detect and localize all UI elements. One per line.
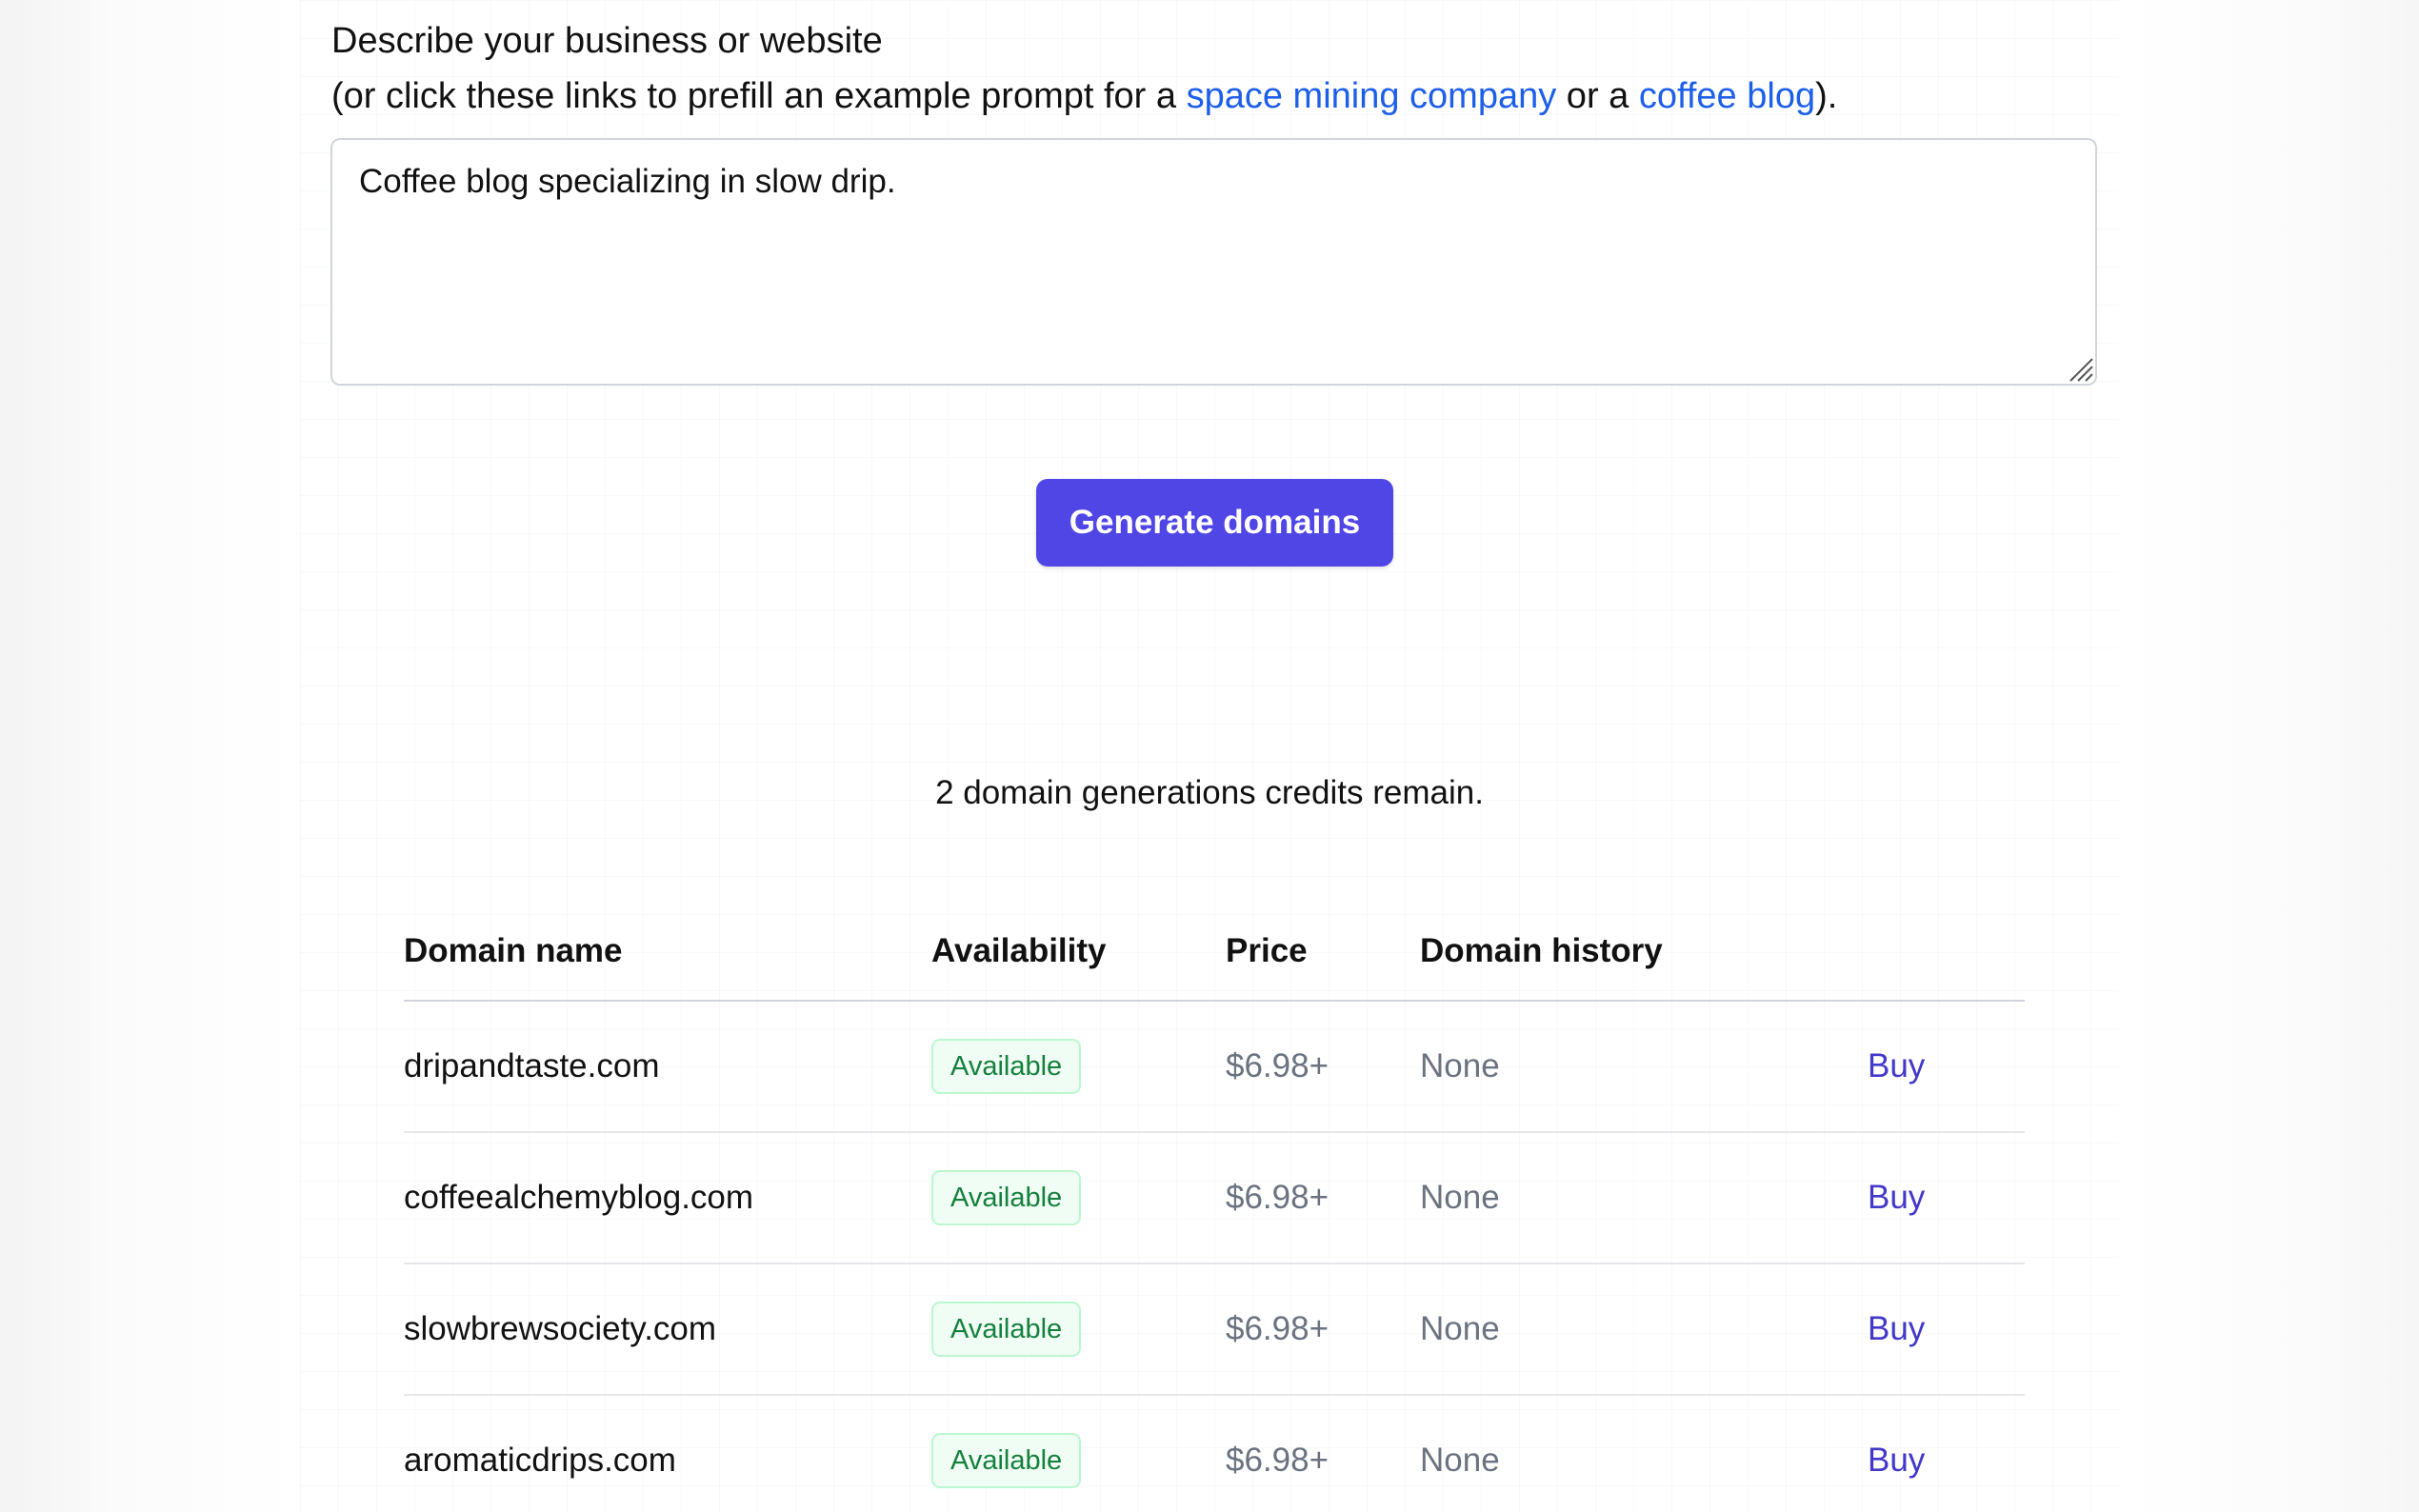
domain-name-cell: dripandtaste.com <box>404 1001 931 1133</box>
table-row: coffeealchemyblog.com Available $6.98+ N… <box>404 1132 2025 1264</box>
buy-link[interactable]: Buy <box>1868 1442 1925 1479</box>
action-cell: Buy <box>1868 1263 2025 1396</box>
action-cell: Buy <box>1868 1395 2025 1512</box>
domain-history-cell: None <box>1420 1001 1868 1133</box>
prompt-label-suffix: ). <box>1815 76 1838 116</box>
space-mining-example-link[interactable]: space mining company <box>1187 76 1557 116</box>
domain-name-cell: aromaticdrips.com <box>404 1395 931 1512</box>
availability-cell: Available <box>931 1132 1226 1264</box>
table-row: aromaticdrips.com Available $6.98+ None … <box>404 1395 2025 1512</box>
available-badge: Available <box>931 1302 1082 1357</box>
table-row: dripandtaste.com Available $6.98+ None B… <box>404 1001 2025 1133</box>
generate-domains-button[interactable]: Generate domains <box>1036 479 1393 567</box>
buy-link[interactable]: Buy <box>1868 1310 1925 1347</box>
prompt-label-line1: Describe your business or website <box>331 21 883 61</box>
header-availability: Availability <box>931 903 1226 1002</box>
available-badge: Available <box>931 1039 1082 1094</box>
buy-link[interactable]: Buy <box>1868 1047 1925 1084</box>
business-description-textarea[interactable]: Coffee blog specializing in slow drip. <box>330 138 2097 386</box>
prompt-label-middle: or a <box>1556 76 1639 116</box>
header-action <box>1868 903 2025 1002</box>
prompt-label-prefix: (or click these links to prefill an exam… <box>331 76 1187 116</box>
available-badge: Available <box>931 1433 1082 1488</box>
domain-history-cell: None <box>1420 1263 1868 1396</box>
prompt-label: Describe your business or website (or cl… <box>331 13 1837 124</box>
action-cell: Buy <box>1868 1001 2025 1133</box>
availability-cell: Available <box>931 1263 1226 1396</box>
availability-cell: Available <box>931 1001 1226 1133</box>
buy-link[interactable]: Buy <box>1868 1179 1925 1216</box>
resize-handle-icon[interactable] <box>2065 353 2093 382</box>
header-domain-history: Domain history <box>1420 903 1868 1002</box>
available-badge: Available <box>931 1170 1082 1225</box>
action-cell: Buy <box>1868 1132 2025 1264</box>
domain-name-cell: coffeealchemyblog.com <box>404 1132 931 1264</box>
table-header-row: Domain name Availability Price Domain hi… <box>404 903 2025 1002</box>
price-cell: $6.98+ <box>1226 1132 1420 1264</box>
domain-name-cell: slowbrewsociety.com <box>404 1263 931 1396</box>
price-cell: $6.98+ <box>1226 1263 1420 1396</box>
header-domain-name: Domain name <box>404 903 931 1002</box>
credits-remaining-text: 2 domain generations credits remain. <box>935 774 1484 811</box>
price-cell: $6.98+ <box>1226 1395 1420 1512</box>
header-price: Price <box>1226 903 1420 1002</box>
page: Describe your business or website (or cl… <box>0 0 2419 1512</box>
domain-history-cell: None <box>1420 1132 1868 1264</box>
coffee-blog-example-link[interactable]: coffee blog <box>1639 76 1815 116</box>
domain-history-cell: None <box>1420 1395 1868 1512</box>
prompt-label-line2: (or click these links to prefill an exam… <box>331 69 1837 124</box>
table-row: slowbrewsociety.com Available $6.98+ Non… <box>404 1263 2025 1396</box>
price-cell: $6.98+ <box>1226 1001 1420 1133</box>
prompt-textarea-wrapper: Coffee blog specializing in slow drip. <box>330 138 2097 386</box>
domain-results-table: Domain name Availability Price Domain hi… <box>404 903 2025 1512</box>
availability-cell: Available <box>931 1395 1226 1512</box>
